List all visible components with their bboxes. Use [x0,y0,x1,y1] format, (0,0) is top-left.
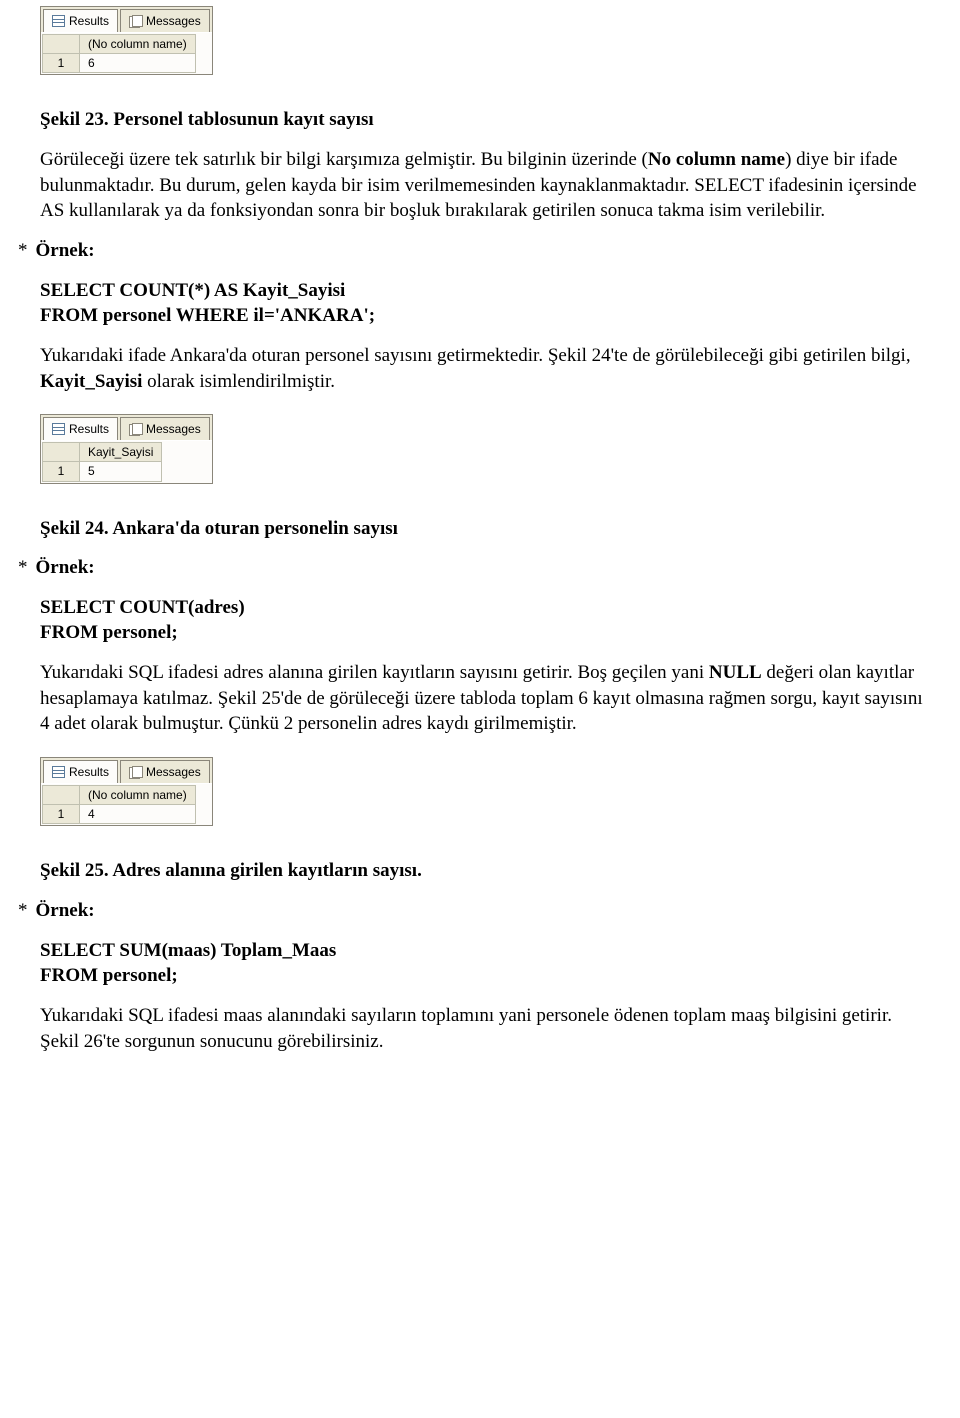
sql-results-panel-2: Results Messages Kayit_Sayisi 1 5 [40,414,213,483]
column-header: (No column name) [80,786,196,805]
example-heading: *Örnek: [18,898,930,924]
row-number: 1 [43,462,80,481]
tab-label: Messages [146,13,201,29]
messages-tab[interactable]: Messages [120,760,210,783]
paragraph: Görüleceği üzere tek satırlık bir bilgi … [40,147,930,224]
grid-icon [52,766,65,778]
tab-label: Messages [146,764,201,780]
row-number: 1 [43,54,80,73]
paragraph: Yukarıdaki ifade Ankara'da oturan person… [40,343,930,394]
tab-label: Results [69,764,109,780]
results-tab[interactable]: Results [43,760,118,783]
cell-value: 6 [80,54,196,73]
results-grid: Kayit_Sayisi 1 5 [42,442,162,481]
messages-icon [129,766,142,778]
column-header: (No column name) [80,35,196,54]
sql-results-panel-1: Results Messages (No column name) 1 6 [40,6,213,75]
example-heading: *Örnek: [18,555,930,581]
sql-code: SELECT SUM(maas) Toplam_Maas FROM person… [40,938,930,989]
results-tab[interactable]: Results [43,417,118,440]
figure-caption-24: Şekil 24. Ankara'da oturan personelin sa… [40,516,930,542]
results-grid: (No column name) 1 4 [42,785,196,824]
sql-code: SELECT COUNT(adres) FROM personel; [40,595,930,646]
example-heading: *Örnek: [18,238,930,264]
column-header: Kayit_Sayisi [80,443,162,462]
panel-tabs: Results Messages [41,415,212,440]
paragraph: Yukarıdaki SQL ifadesi adres alanına gir… [40,660,930,737]
figure-caption-25: Şekil 25. Adres alanına girilen kayıtlar… [40,858,930,884]
results-tab[interactable]: Results [43,9,118,32]
results-grid: (No column name) 1 6 [42,34,196,73]
panel-tabs: Results Messages [41,758,212,783]
tab-label: Results [69,13,109,29]
cell-value: 4 [80,805,196,824]
grid-icon [52,15,65,27]
tab-label: Results [69,421,109,437]
sql-results-panel-3: Results Messages (No column name) 1 4 [40,757,213,826]
corner-cell [43,35,80,54]
messages-icon [129,15,142,27]
tab-label: Messages [146,421,201,437]
messages-tab[interactable]: Messages [120,9,210,32]
row-number: 1 [43,805,80,824]
corner-cell [43,786,80,805]
cell-value: 5 [80,462,162,481]
messages-tab[interactable]: Messages [120,417,210,440]
messages-icon [129,423,142,435]
panel-tabs: Results Messages [41,7,212,32]
paragraph: Yukarıdaki SQL ifadesi maas alanındaki s… [40,1003,930,1054]
corner-cell [43,443,80,462]
grid-icon [52,423,65,435]
sql-code: SELECT COUNT(*) AS Kayit_Sayisi FROM per… [40,278,930,329]
figure-caption-23: Şekil 23. Personel tablosunun kayıt sayı… [40,107,930,133]
